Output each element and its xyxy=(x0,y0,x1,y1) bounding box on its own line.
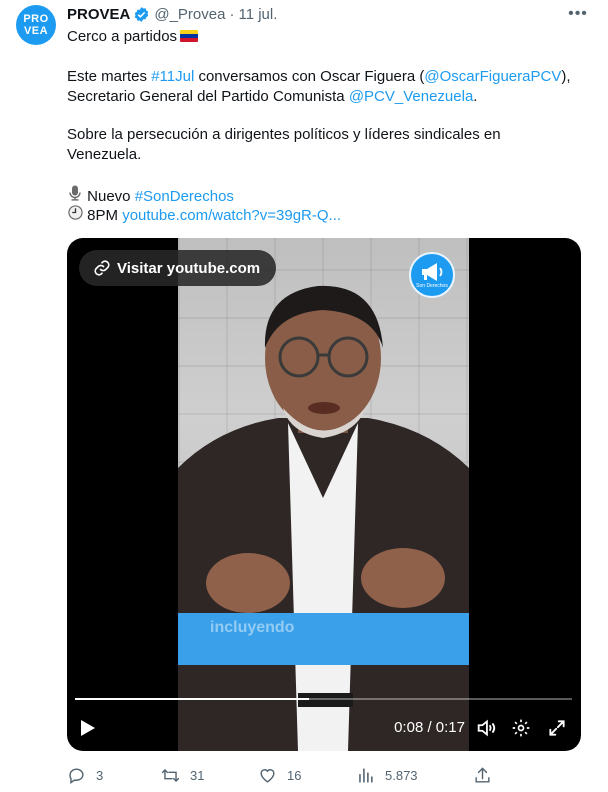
share-button[interactable] xyxy=(473,760,492,790)
tweet-line-5: 8PM youtube.com/watch?v=39gR-Q... xyxy=(67,205,587,226)
share-icon xyxy=(475,766,490,783)
author-handle[interactable]: @_Provea xyxy=(154,6,225,23)
tweet-actions: 3 31 16 5.873 xyxy=(67,760,497,790)
tweet-paragraph-2: Este martes #11Jul conversamos con Oscar… xyxy=(67,67,587,107)
progress-bar[interactable] xyxy=(75,698,572,700)
avatar[interactable]: PRO VEA xyxy=(16,5,56,45)
play-button[interactable] xyxy=(80,718,98,738)
p3-text-a: Sobre la persecución a dirigentes políti… xyxy=(67,126,501,143)
volume-icon xyxy=(477,719,496,737)
mention-pcv-venezuela[interactable]: @PCV_Venezuela xyxy=(349,88,473,105)
hashtag-sonderechos[interactable]: #SonDerechos xyxy=(135,188,234,205)
progress-fill xyxy=(75,698,309,700)
venezuela-flag-icon xyxy=(180,30,199,42)
youtube-link[interactable]: youtube.com/watch?v=39gR-Q... xyxy=(122,207,341,224)
video-timecode: 0:08 / 0:17 xyxy=(394,719,465,736)
fullscreen-button[interactable] xyxy=(545,716,569,740)
logo-text: Son Derechos xyxy=(416,282,448,289)
megaphone-icon xyxy=(422,262,443,281)
retweet-count: 31 xyxy=(190,767,205,783)
hashtag-11jul[interactable]: #11Jul xyxy=(151,68,194,85)
author-name[interactable]: PROVEA xyxy=(67,6,130,23)
link-icon xyxy=(94,260,110,276)
p2-text-b: conversamos con Oscar Figuera ( xyxy=(194,68,425,85)
line4-text: Nuevo xyxy=(83,188,135,205)
tweet-line-1-text: Cerco a partidos xyxy=(67,28,178,45)
p2-text-d: Secretario General del Partido Comunista xyxy=(67,88,349,105)
visit-youtube-label: Visitar youtube.com xyxy=(117,259,261,277)
p3-text-b: Venezuela. xyxy=(67,146,142,163)
gear-icon xyxy=(512,719,530,737)
clock-icon xyxy=(67,205,83,226)
verified-badge-icon xyxy=(135,6,149,22)
views-chart-icon xyxy=(359,767,373,783)
p2-text-e: . xyxy=(473,88,478,105)
reply-icon xyxy=(69,767,84,784)
video-player[interactable]: Visitar youtube.com Son Derechos incluye… xyxy=(67,238,581,751)
separator-dot: · xyxy=(229,5,235,23)
views-count: 5.873 xyxy=(385,767,418,783)
retweet-icon xyxy=(161,768,180,782)
microphone-icon xyxy=(67,185,83,207)
visit-youtube-button[interactable]: Visitar youtube.com xyxy=(79,250,277,286)
reply-button[interactable]: 3 xyxy=(67,760,103,790)
tweet-paragraph-3: Sobre la persecución a dirigentes políti… xyxy=(67,125,587,165)
like-button[interactable]: 16 xyxy=(258,760,301,790)
speaker-illustration xyxy=(178,285,469,751)
avatar-line-2: VEA xyxy=(23,25,49,37)
fullscreen-icon xyxy=(549,720,565,736)
more-options-icon[interactable]: ••• xyxy=(568,4,588,24)
heart-icon xyxy=(260,768,275,783)
reply-count: 3 xyxy=(96,767,104,783)
retweet-button[interactable]: 31 xyxy=(161,760,204,790)
like-count: 16 xyxy=(287,767,302,783)
p2-text-a: Este martes xyxy=(67,68,152,85)
play-icon xyxy=(81,720,95,736)
settings-button[interactable] xyxy=(509,716,533,740)
volume-button[interactable] xyxy=(474,716,498,740)
tweet-timestamp[interactable]: 11 jul. xyxy=(238,6,277,23)
video-caption: incluyendo xyxy=(210,619,295,636)
p2-text-c: ), xyxy=(561,68,571,85)
video-frame[interactable] xyxy=(178,238,469,751)
son-derechos-logo: Son Derechos xyxy=(409,252,455,298)
views-button[interactable]: 5.873 xyxy=(356,760,418,790)
tweet-line-4: Nuevo #SonDerechos xyxy=(67,185,587,207)
avatar-line-1: PRO xyxy=(23,13,49,25)
tweet-header: PROVEA @_Provea · 11 jul. ••• xyxy=(67,4,588,24)
line5-text: 8PM xyxy=(83,207,123,224)
tweet-line-1: Cerco a partidos xyxy=(67,27,587,47)
mention-oscarfiguerapcv[interactable]: @OscarFigueraPCV xyxy=(424,68,561,85)
